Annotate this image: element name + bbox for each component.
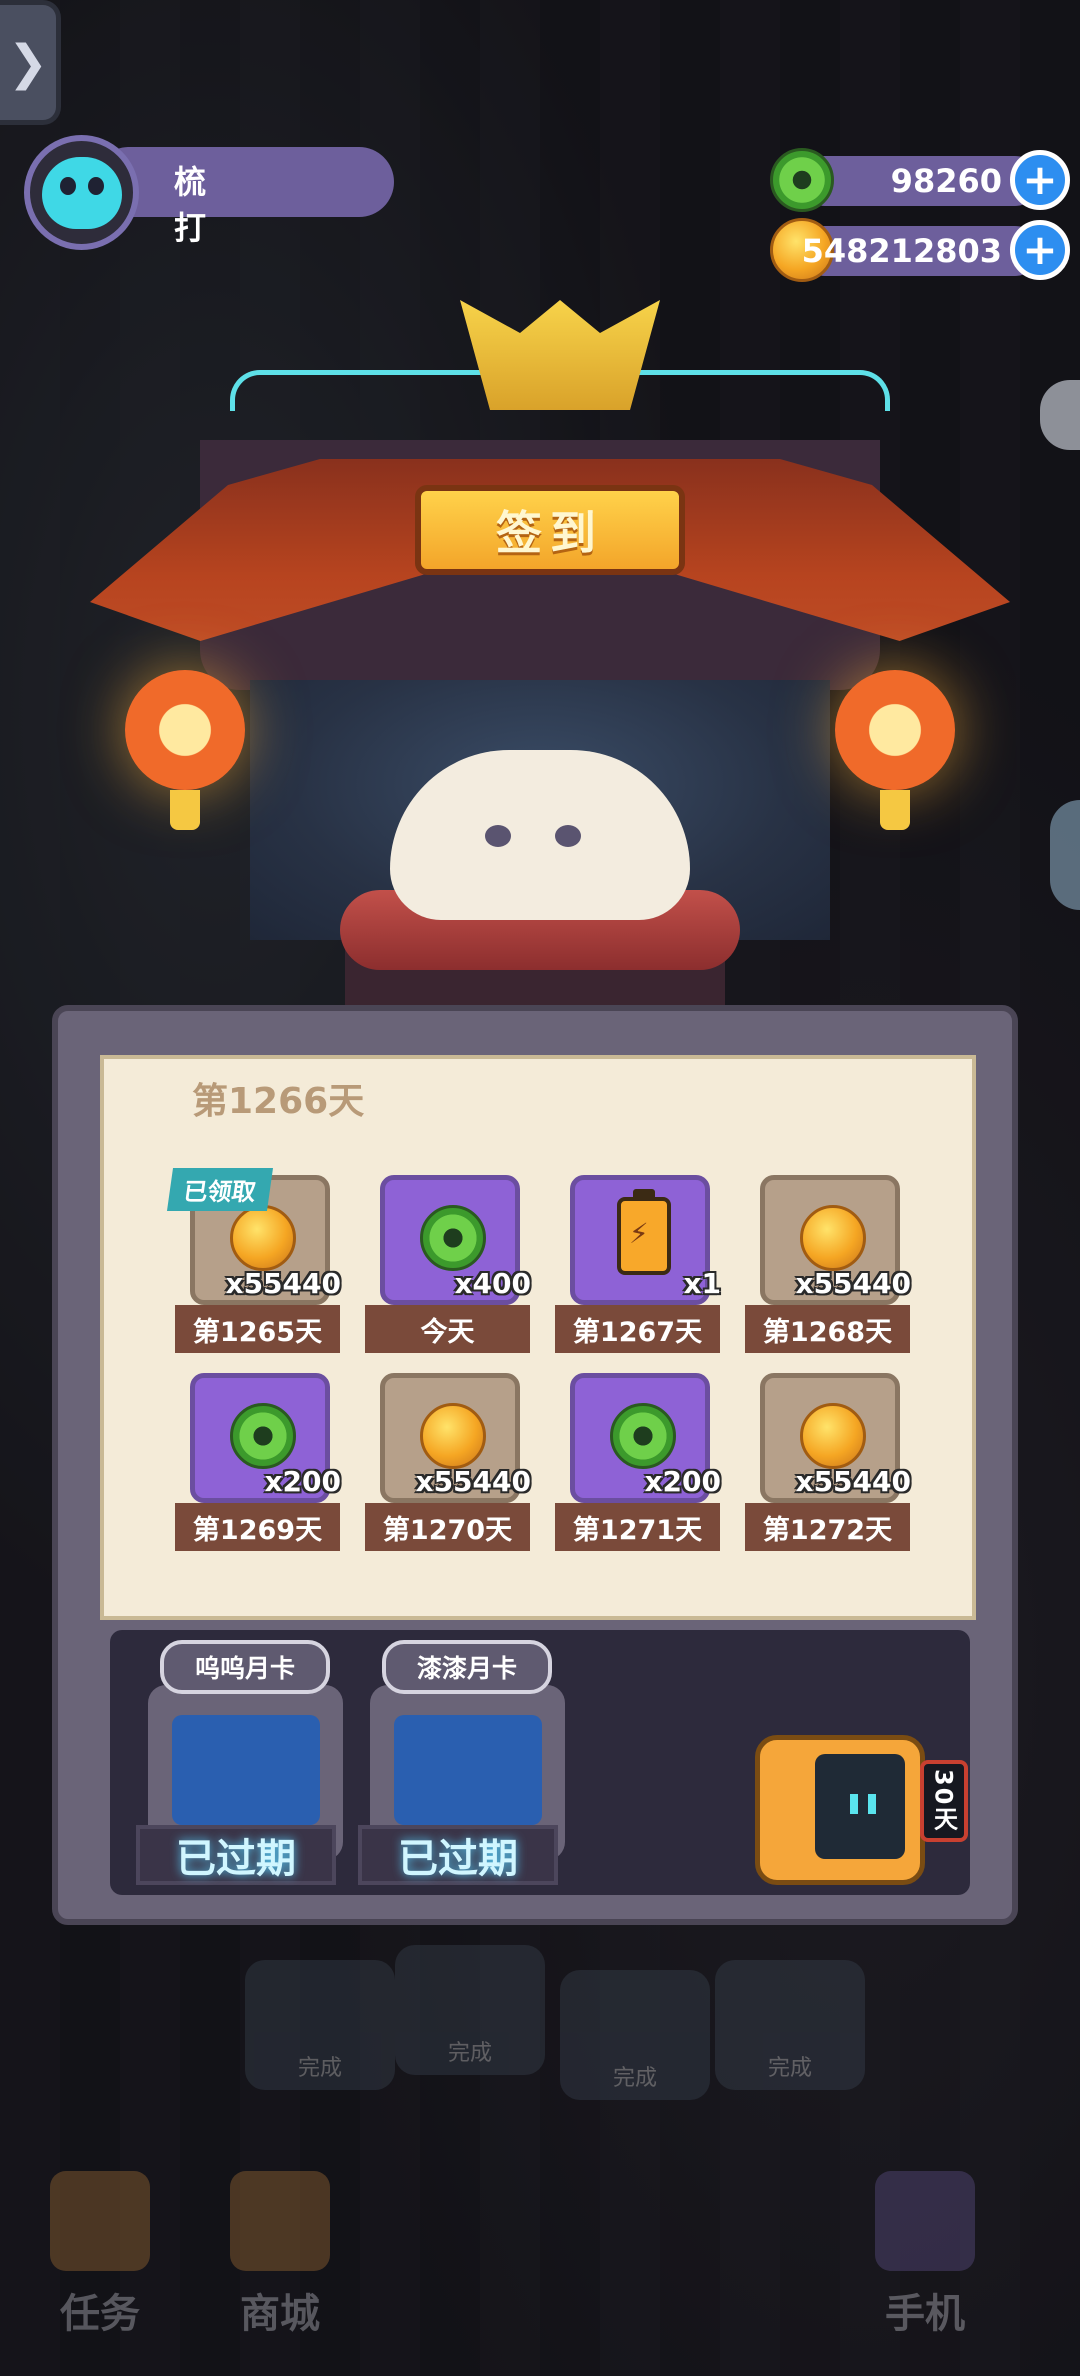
month-card-title: 呜呜月卡 — [160, 1640, 330, 1694]
nav-phone[interactable]: 手机 — [850, 2171, 1000, 2341]
task-book-icon — [50, 2171, 150, 2271]
add-jade-button[interactable]: + — [1010, 150, 1070, 210]
task-bubble: 完成 — [715, 1960, 865, 2110]
reward-card-day-1270[interactable]: x55440 第1270天 — [365, 1373, 535, 1558]
gold-currency: 548212803 + — [770, 218, 1070, 282]
jade-currency: 98260 + — [770, 148, 1070, 212]
gold-amount: 548212803 — [801, 232, 1002, 270]
reward-card-day-1271[interactable]: x200 第1271天 — [555, 1373, 725, 1558]
month-card-status: 已过期 — [358, 1825, 558, 1885]
robot-days-label: 30天 — [920, 1760, 968, 1842]
jade-coin-icon — [420, 1205, 486, 1271]
jade-coin-icon — [610, 1403, 676, 1469]
signin-shrine: 签到 — [0, 290, 1080, 1050]
avatar[interactable] — [24, 135, 139, 250]
task-bubble: 完成 — [395, 1945, 545, 2095]
task-bubble: 完成 — [560, 1970, 710, 2120]
collapse-arrow-button[interactable]: ❯ — [0, 0, 61, 125]
month-card-screen — [394, 1715, 542, 1825]
phone-icon — [875, 2171, 975, 2271]
month-card-status: 已过期 — [136, 1825, 336, 1885]
robot-face-icon — [815, 1754, 905, 1859]
reward-card-day-1272[interactable]: x55440 第1272天 — [745, 1373, 915, 1558]
nav-tasks[interactable]: 任务 — [25, 2171, 175, 2341]
month-card-wuwu[interactable]: 呜呜月卡 已过期 — [136, 1640, 343, 1885]
shop-icon — [230, 2171, 330, 2271]
task-bubble: 完成 — [245, 1960, 395, 2110]
gold-coin-icon — [800, 1205, 866, 1271]
gold-coin-icon — [420, 1403, 486, 1469]
robot-device-button[interactable] — [755, 1735, 925, 1885]
reward-card-today[interactable]: x400 今天 — [365, 1175, 535, 1360]
current-day-title: 第1266天 — [192, 1081, 365, 1122]
jade-coin-icon — [230, 1403, 296, 1469]
cat-face-icon — [41, 156, 122, 229]
lantern-icon — [125, 670, 245, 830]
cat-mascot[interactable] — [390, 750, 690, 920]
jade-amount: 98260 — [890, 162, 1002, 200]
signin-sign: 签到 — [415, 485, 685, 575]
player-name: 梳打 — [174, 163, 207, 247]
month-card-title: 漆漆月卡 — [382, 1640, 552, 1694]
lantern-icon — [835, 670, 955, 830]
player-name-bar — [94, 147, 394, 217]
add-gold-button[interactable]: + — [1010, 220, 1070, 280]
chevron-right-icon: ❯ — [7, 34, 49, 91]
nav-shop[interactable]: 商城 — [205, 2171, 355, 2341]
claimed-badge: 已领取 — [166, 1168, 274, 1211]
gold-coin-icon — [800, 1403, 866, 1469]
gold-coin-icon — [230, 1205, 296, 1271]
bottom-nav: 任务 商城 手机 — [0, 2146, 1080, 2376]
month-card-qiqi[interactable]: 漆漆月卡 已过期 — [358, 1640, 565, 1885]
month-card-screen — [172, 1715, 320, 1825]
reward-card-day-1268[interactable]: x55440 第1268天 — [745, 1175, 915, 1360]
battery-icon — [617, 1189, 671, 1275]
jade-coin-icon — [770, 148, 834, 212]
reward-card-day-1267[interactable]: x1 第1267天 — [555, 1175, 725, 1360]
gold-ornament — [460, 300, 660, 410]
reward-card-day-1269[interactable]: x200 第1269天 — [175, 1373, 345, 1558]
